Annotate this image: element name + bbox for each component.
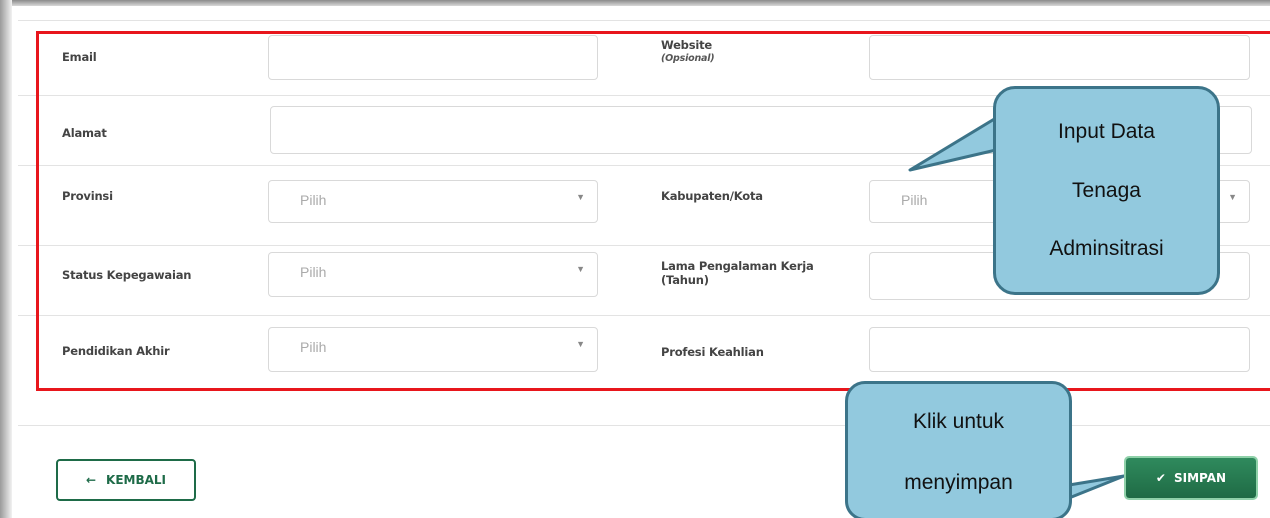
window-shadow-left — [0, 0, 12, 518]
callout-save: Klik untuk menyimpan — [845, 381, 1072, 518]
save-button-label: SIMPAN — [1173, 471, 1227, 485]
window-shadow-top — [0, 0, 1270, 6]
callout-save-line2: menyimpan — [904, 471, 1013, 494]
divider — [18, 425, 1270, 426]
back-button-label: KEMBALI — [106, 473, 167, 487]
back-button[interactable]: ← KEMBALI — [56, 459, 196, 501]
divider — [18, 20, 1270, 21]
callout-input-data: Input Data Tenaga Adminsitrasi — [993, 86, 1220, 295]
save-button[interactable]: ✔ SIMPAN — [1126, 458, 1256, 498]
callout-input-line1: Input Data — [1058, 120, 1155, 143]
callout-input-line2: Tenaga — [1072, 179, 1141, 202]
check-icon: ✔ — [1155, 471, 1166, 485]
callout-save-line1: Klik untuk — [912, 410, 1005, 433]
callout-input-line3: Adminsitrasi — [1049, 237, 1164, 260]
arrow-left-icon: ← — [85, 473, 97, 487]
